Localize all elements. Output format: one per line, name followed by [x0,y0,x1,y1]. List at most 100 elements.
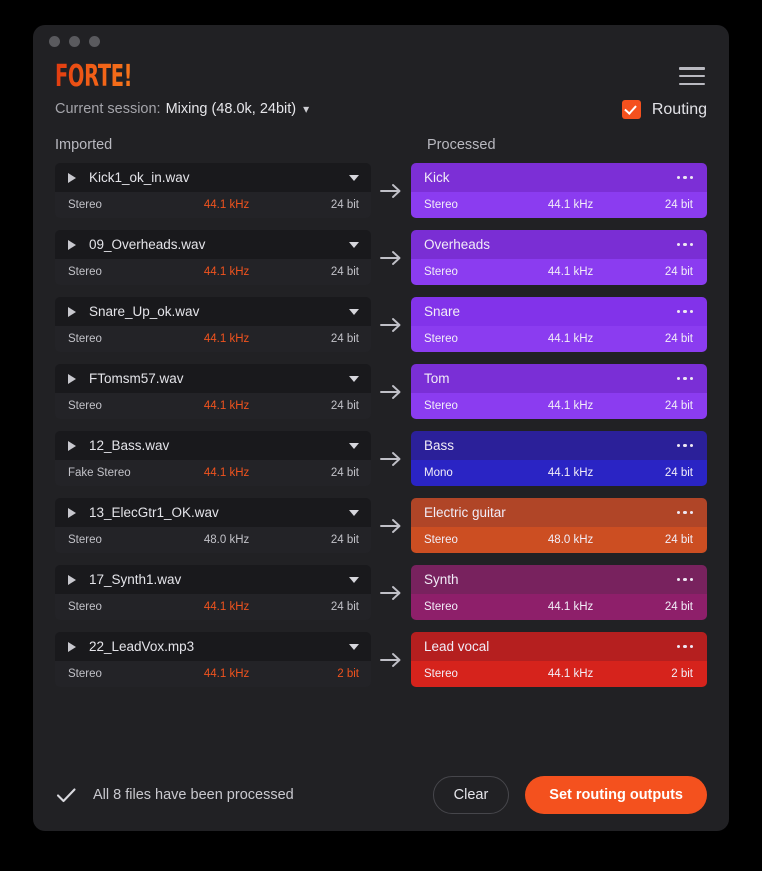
processed-track-card[interactable]: Synth Stereo 44.1 kHz 24 bit [411,565,707,620]
file-pair-row: FTomsm57.wav Stereo 44.1 kHz 24 bit Tom Stere… [55,364,707,419]
processed-track-name: Lead vocal [424,639,490,654]
checkbox-checked-icon[interactable] [621,100,641,119]
processed-track-card[interactable]: Kick Stereo 44.1 kHz 24 bit [411,163,707,218]
imported-sample-rate: 44.1 kHz [203,467,250,479]
chevron-down-icon[interactable] [349,643,359,650]
more-options-icon[interactable] [671,306,693,318]
imported-channels: Stereo [68,534,102,546]
imported-sample-rate: 44.1 kHz [203,199,250,211]
routing-checkbox[interactable]: Routing [621,100,707,119]
column-gap-spacer [387,137,427,153]
checkmark-icon [56,788,76,803]
window-close-button[interactable] [49,35,60,47]
imported-channels: Stereo [68,266,102,278]
play-icon[interactable] [68,239,76,250]
more-options-icon[interactable] [671,373,693,385]
more-options-icon[interactable] [671,507,693,519]
processed-track-name: Synth [424,572,459,587]
imported-file-card[interactable]: Snare_Up_ok.wav Stereo 44.1 kHz 24 bit [55,297,371,352]
imported-column-title: Imported [55,137,113,153]
processed-track-header[interactable]: Synth [411,565,707,594]
routing-arrow [371,498,411,553]
imported-file-card[interactable]: FTomsm57.wav Stereo 44.1 kHz 24 bit [55,364,371,419]
play-icon[interactable] [68,373,76,384]
routing-arrow [371,230,411,285]
processed-track-name: Tom [424,371,450,386]
file-pair-row: 09_Overheads.wav Stereo 44.1 kHz 24 bit Over… [55,230,707,285]
imported-file-meta: Stereo 48.0 kHz 24 bit [55,527,371,553]
play-icon[interactable] [68,172,76,183]
processed-track-header[interactable]: Overheads [411,230,707,259]
imported-bit-depth: 2 bit [337,668,359,680]
processed-channels: Stereo [424,534,458,546]
more-options-icon[interactable] [671,440,693,452]
window-maximize-button[interactable] [89,35,100,47]
imported-file-card[interactable]: 22_LeadVox.mp3 Stereo 44.1 kHz 2 bit [55,632,371,687]
processed-track-card[interactable]: Overheads Stereo 44.1 kHz 24 bit [411,230,707,285]
imported-file-card[interactable]: 13_ElecGtr1_OK.wav Stereo 48.0 kHz 24 bit [55,498,371,553]
imported-sample-rate: 48.0 kHz [203,534,250,546]
play-icon[interactable] [68,440,76,451]
processed-track-header[interactable]: Bass [411,431,707,460]
imported-file-header[interactable]: 17_Synth1.wav [55,565,371,594]
more-options-icon[interactable] [671,239,693,251]
processed-sample-rate: 44.1 kHz [547,400,594,412]
processed-track-card[interactable]: Snare Stereo 44.1 kHz 24 bit [411,297,707,352]
play-icon[interactable] [68,574,76,585]
arrow-right-icon [380,317,401,332]
chevron-down-icon[interactable] [349,174,359,181]
chevron-down-icon[interactable] [349,509,359,516]
more-options-icon[interactable] [671,172,693,184]
file-pair-row: 17_Synth1.wav Stereo 44.1 kHz 24 bit Synth St… [55,565,707,620]
imported-file-card[interactable]: 17_Synth1.wav Stereo 44.1 kHz 24 bit [55,565,371,620]
imported-file-header[interactable]: Kick1_ok_in.wav [55,163,371,192]
chevron-down-icon[interactable] [349,375,359,382]
imported-file-header[interactable]: FTomsm57.wav [55,364,371,393]
processed-track-card[interactable]: Lead vocal Stereo 44.1 kHz 2 bit [411,632,707,687]
more-options-icon[interactable] [671,574,693,586]
processed-track-name: Overheads [424,237,491,252]
processed-sample-rate: 44.1 kHz [547,601,594,613]
window-minimize-button[interactable] [69,35,80,47]
column-headers: Imported Processed [33,137,729,153]
session-label: Current session: [55,101,161,117]
processed-track-card[interactable]: Tom Stereo 44.1 kHz 24 bit [411,364,707,419]
hamburger-line [679,67,705,70]
processed-track-header[interactable]: Lead vocal [411,632,707,661]
play-icon[interactable] [68,507,76,518]
imported-file-header[interactable]: Snare_Up_ok.wav [55,297,371,326]
arrow-right-icon [380,585,401,600]
imported-file-card[interactable]: 09_Overheads.wav Stereo 44.1 kHz 24 bit [55,230,371,285]
imported-file-header[interactable]: 22_LeadVox.mp3 [55,632,371,661]
imported-sample-rate: 44.1 kHz [203,668,250,680]
processed-track-card[interactable]: Bass Mono 44.1 kHz 24 bit [411,431,707,486]
chevron-down-icon[interactable] [349,442,359,449]
hamburger-menu-icon[interactable] [679,67,705,85]
processed-bit-depth: 24 bit [664,534,693,546]
routing-arrow [371,297,411,352]
play-icon[interactable] [68,641,76,652]
set-routing-outputs-button[interactable]: Set routing outputs [525,776,707,814]
current-session-selector[interactable]: Current session: Mixing (48.0k, 24bit) ▾ [55,101,309,117]
imported-file-header[interactable]: 09_Overheads.wav [55,230,371,259]
clear-button[interactable]: Clear [432,776,510,814]
hamburger-line [679,74,705,78]
play-icon[interactable] [68,306,76,317]
chevron-down-icon[interactable] [349,308,359,315]
imported-file-card[interactable]: Kick1_ok_in.wav Stereo 44.1 kHz 24 bit [55,163,371,218]
more-options-icon[interactable] [671,641,693,653]
imported-file-meta: Stereo 44.1 kHz 2 bit [55,661,371,687]
chevron-down-icon[interactable] [349,241,359,248]
processed-track-header[interactable]: Electric guitar [411,498,707,527]
processed-track-header[interactable]: Snare [411,297,707,326]
processed-track-card[interactable]: Electric guitar Stereo 48.0 kHz 24 bit [411,498,707,553]
imported-file-header[interactable]: 13_ElecGtr1_OK.wav [55,498,371,527]
app-window: FORTE! Current session: Mixing (48.0k, 2… [33,25,729,831]
imported-file-header[interactable]: 12_Bass.wav [55,431,371,460]
processed-track-header[interactable]: Tom [411,364,707,393]
processed-track-header[interactable]: Kick [411,163,707,192]
processed-track-name: Bass [424,438,455,453]
imported-file-card[interactable]: 12_Bass.wav Fake Stereo 44.1 kHz 24 bit [55,431,371,486]
chevron-down-icon[interactable] [349,576,359,583]
imported-channels: Fake Stereo [68,467,131,479]
